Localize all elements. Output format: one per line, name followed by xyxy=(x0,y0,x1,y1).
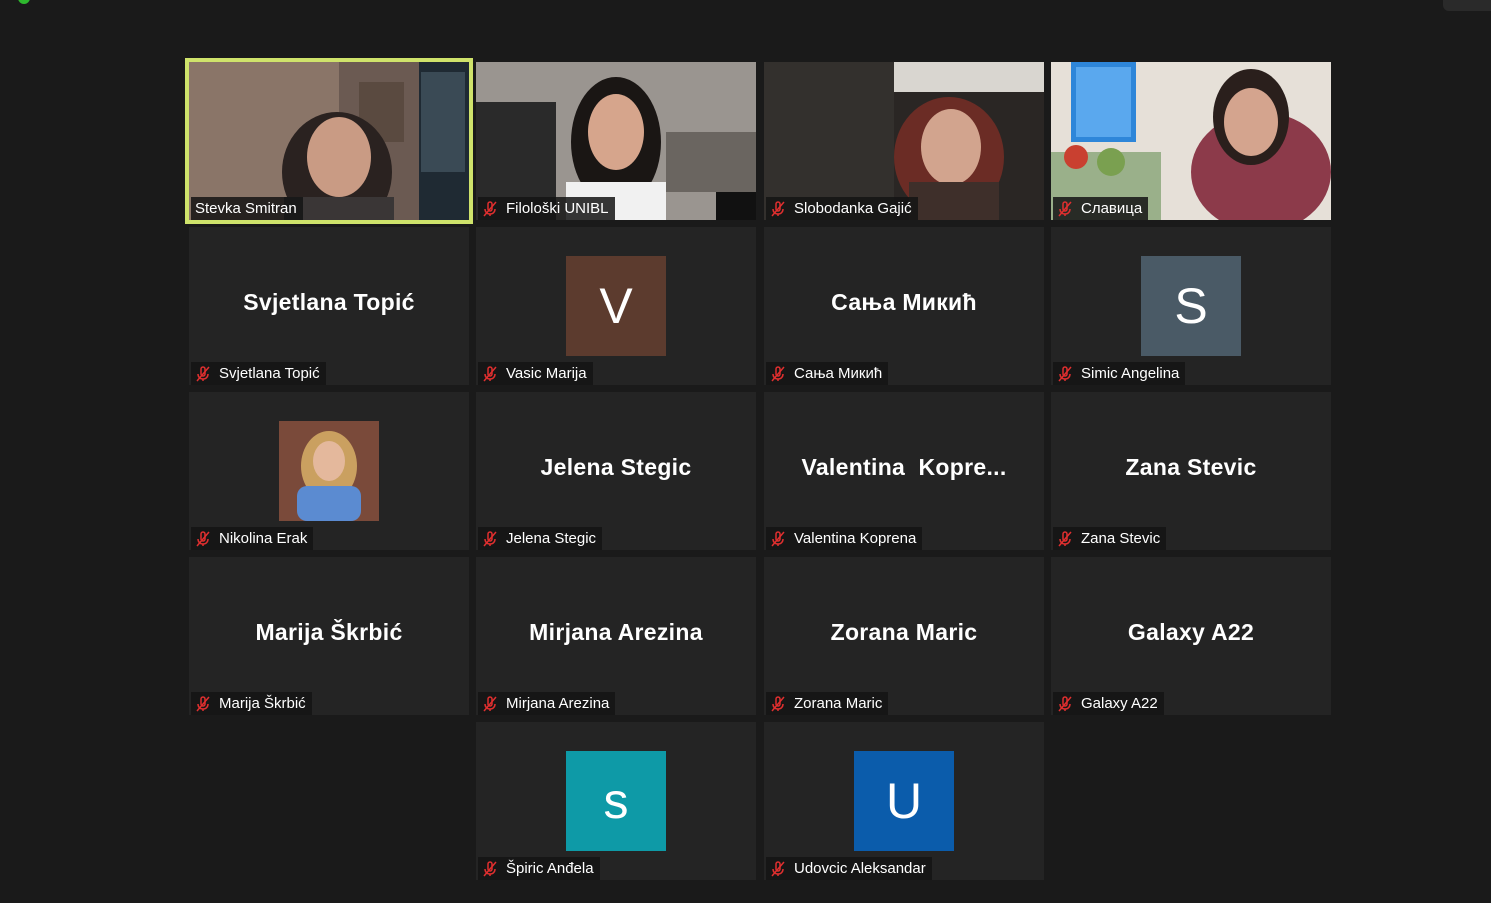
participant-name-label: Svjetlana Topić xyxy=(191,362,326,385)
participant-tile[interactable]: Galaxy A22 Galaxy A22 xyxy=(1051,557,1331,715)
participant-tile[interactable]: Сања Микић Сања Микић xyxy=(764,227,1044,385)
participant-name-label: Filološki UNIBL xyxy=(478,197,615,220)
participant-tile[interactable]: U Udovcic Aleksandar xyxy=(764,722,1044,880)
participant-name-label: Сања Микић xyxy=(766,362,889,385)
participant-name-label: Jelena Stegic xyxy=(478,527,603,550)
profile-photo xyxy=(279,421,379,521)
mic-muted-icon xyxy=(196,695,210,711)
mic-muted-icon xyxy=(196,530,210,546)
participant-name-label: Valentina Koprena xyxy=(766,527,923,550)
mic-muted-icon xyxy=(483,860,497,876)
mic-muted-icon xyxy=(196,365,210,381)
participant-name-label: Galaxy A22 xyxy=(1053,692,1164,715)
mic-muted-icon xyxy=(771,200,785,216)
participant-name-label: Zorana Maric xyxy=(766,692,889,715)
avatar: s xyxy=(566,751,666,851)
participant-name-label: Mirjana Arezina xyxy=(478,692,616,715)
participant-tile[interactable]: Mirjana Arezina Mirjana Arezina xyxy=(476,557,756,715)
participant-tile[interactable]: Zorana Maric Zorana Maric xyxy=(764,557,1044,715)
participant-tile[interactable]: Valentina Kopre... Valentina Koprena xyxy=(764,392,1044,550)
participant-tile[interactable]: Stevka Smitran xyxy=(185,58,473,224)
participant-tile[interactable]: V Vasic Marija xyxy=(476,227,756,385)
participant-name-label: Slobodanka Gajić xyxy=(766,197,918,220)
avatar: U xyxy=(854,751,954,851)
participant-tile[interactable]: Slobodanka Gajić xyxy=(764,62,1044,220)
participant-name-label: Udovcic Aleksandar xyxy=(766,857,932,880)
participant-name-label: Stevka Smitran xyxy=(191,197,303,220)
participant-display-name: Valentina Kopre... xyxy=(801,454,1007,480)
mic-muted-icon xyxy=(771,365,785,381)
participant-tile[interactable]: Jelena Stegic Jelena Stegic xyxy=(476,392,756,550)
mic-muted-icon xyxy=(771,530,785,546)
participant-display-name: Svjetlana Topić xyxy=(243,289,415,315)
participant-display-name: Jelena Stegic xyxy=(540,454,692,480)
participant-tile[interactable]: s Špiric Anđela xyxy=(476,722,756,880)
participant-tile[interactable]: S Simic Angelina xyxy=(1051,227,1331,385)
participant-tile[interactable]: Славица xyxy=(1051,62,1331,220)
participant-name-label: Simic Angelina xyxy=(1053,362,1186,385)
gallery-grid: Stevka Smitran Filološki UNIBL Slobodank… xyxy=(0,0,1491,903)
participant-name-label: Špiric Anđela xyxy=(478,857,600,880)
mic-muted-icon xyxy=(1058,530,1072,546)
participant-display-name: Marija Škrbić xyxy=(255,619,403,645)
mic-muted-icon xyxy=(771,860,785,876)
participant-name-label: Nikolina Erak xyxy=(191,527,314,550)
mic-muted-icon xyxy=(1058,200,1072,216)
participant-display-name: Mirjana Arezina xyxy=(529,619,703,645)
participant-display-name: Сања Микић xyxy=(831,289,977,315)
participant-display-name: Galaxy A22 xyxy=(1127,619,1255,645)
participant-tile[interactable]: Filološki UNIBL xyxy=(476,62,756,220)
mic-muted-icon xyxy=(483,530,497,546)
mic-muted-icon xyxy=(1058,365,1072,381)
participant-display-name: Zana Stevic xyxy=(1125,454,1257,480)
mic-muted-icon xyxy=(1058,695,1072,711)
mic-muted-icon xyxy=(483,695,497,711)
avatar: S xyxy=(1141,256,1241,356)
participant-tile[interactable]: Svjetlana Topić Svjetlana Topić xyxy=(189,227,469,385)
avatar: V xyxy=(566,256,666,356)
participant-display-name: Zorana Maric xyxy=(830,619,978,645)
participant-tile[interactable]: Zana Stevic Zana Stevic xyxy=(1051,392,1331,550)
mic-muted-icon xyxy=(483,200,497,216)
participant-name-label: Славица xyxy=(1053,197,1149,220)
mic-muted-icon xyxy=(771,695,785,711)
mic-muted-icon xyxy=(483,365,497,381)
participant-tile[interactable]: Marija Škrbić Marija Škrbić xyxy=(189,557,469,715)
participant-name-label: Marija Škrbić xyxy=(191,692,312,715)
participant-name-label: Vasic Marija xyxy=(478,362,593,385)
participant-name-label: Zana Stevic xyxy=(1053,527,1167,550)
participant-tile[interactable]: Nikolina Erak xyxy=(189,392,469,550)
